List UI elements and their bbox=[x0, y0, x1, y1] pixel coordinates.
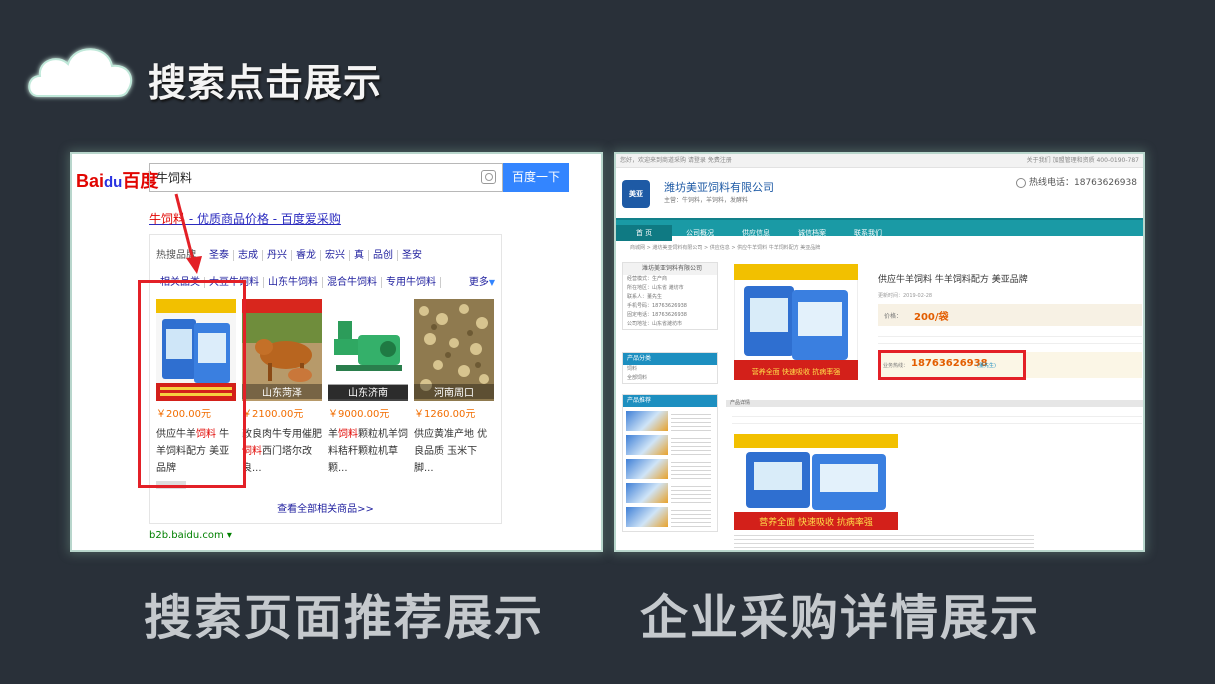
brand-tag[interactable]: 真 bbox=[350, 250, 369, 261]
thumbnail-location: 河南周口 bbox=[414, 384, 494, 399]
product-item[interactable]: 山东济南 ￥9000.00元 羊饲料颗粒机羊饲料秸秆颗粒机草颗... bbox=[328, 299, 408, 474]
brand-tag[interactable]: 丹兴 bbox=[263, 250, 292, 261]
related-tag[interactable]: 混合牛饲料 bbox=[323, 277, 382, 288]
description-text bbox=[734, 532, 1034, 550]
nav-contact[interactable]: 联系我们 bbox=[840, 225, 896, 241]
contact-person: (董先生) bbox=[977, 363, 996, 369]
product-thumbnail[interactable]: 山东济南 bbox=[328, 299, 408, 401]
company-nav: 首 页公司概况 供应信息 诚信档案 联系我们 bbox=[616, 218, 1143, 241]
side-company-name: 潍坊美亚饲料有限公司 bbox=[623, 263, 717, 275]
cloud-icon bbox=[28, 48, 133, 97]
product-name[interactable]: 羊饲料颗粒机羊饲料秸秆颗粒机草颗... bbox=[328, 426, 410, 477]
product-thumbnail[interactable]: 山东菏泽 bbox=[242, 299, 322, 401]
search-query: 牛饲料 bbox=[156, 171, 193, 185]
recommended-products-card: 产品推荐 bbox=[622, 394, 718, 532]
nav-credit[interactable]: 诚信档案 bbox=[784, 225, 840, 241]
product-price: ￥1260.00元 bbox=[414, 409, 476, 420]
site-url[interactable]: b2b.baidu.com ▾ bbox=[149, 530, 232, 541]
product-price: ￥9000.00元 bbox=[328, 409, 390, 420]
product-description-image: 营养全面 快速吸收 抗病率强 bbox=[734, 434, 898, 530]
site-topbar: 您好，欢迎来到商道采购 请登录 免费注册 关于我们 加盟管理和资质 400-01… bbox=[616, 154, 1143, 168]
recommended-item[interactable] bbox=[626, 435, 714, 455]
brand-tag[interactable]: 志成 bbox=[234, 250, 263, 261]
nav-home[interactable]: 首 页 bbox=[616, 225, 672, 241]
related-tag[interactable]: 山东牛饲料 bbox=[264, 277, 323, 288]
company-info-card: 潍坊美亚饲料有限公司 经营模式：生产商 所在地区：山东省 潍坊市 联系人：董先生… bbox=[622, 262, 718, 330]
brand-tag[interactable]: 圣安 bbox=[398, 250, 426, 261]
recommended-item[interactable] bbox=[626, 507, 714, 527]
brand-tag[interactable]: 品创 bbox=[369, 250, 398, 261]
recommended-item[interactable] bbox=[626, 483, 714, 503]
brand-tag[interactable]: 宏兴 bbox=[321, 250, 350, 261]
price-bar: 价格： 200/袋 bbox=[878, 304, 1142, 326]
breadcrumb: 商城网 > 潍坊美亚饲料有限公司 > 供应信息 > 供应牛羊饲料 牛羊饲料配方 … bbox=[630, 245, 821, 251]
slide-title: 搜索点击展示 bbox=[148, 61, 383, 105]
related-tag[interactable]: 专用牛饲料 bbox=[382, 277, 441, 288]
company-detail-panel: 您好，欢迎来到商道采购 请登录 免费注册 关于我们 加盟管理和资质 400-01… bbox=[614, 152, 1145, 552]
chevron-down-icon: ▼ bbox=[488, 278, 495, 287]
release-date: 更新时间：2019-02-28 bbox=[878, 293, 933, 299]
phone-icon bbox=[1016, 177, 1026, 188]
product-price: ￥2100.00元 bbox=[242, 409, 304, 420]
spec-table bbox=[878, 330, 1142, 344]
company-logo[interactable]: 美亚 bbox=[622, 180, 650, 208]
company-main-business: 主营：牛饲料，羊饲料，发酵料 bbox=[664, 197, 749, 204]
baidu-search-panel: Baidu百度 牛饲料 百度一下 牛饲料 - 优质商品价格 - 百度爱采购 热搜… bbox=[70, 152, 603, 552]
product-item[interactable]: 河南周口 ￥1260.00元 供应黄准产地 优良品质 玉米下脚... bbox=[414, 299, 494, 474]
view-all-link[interactable]: 查看全部相关商品>> bbox=[150, 500, 501, 515]
product-main-image[interactable]: 营养全面 快速吸收 抗病率强 bbox=[734, 264, 858, 380]
poster-headline: 营养全面 快速吸收 抗病率强 bbox=[752, 367, 840, 376]
baidu-logo[interactable]: Baidu百度 bbox=[76, 167, 158, 193]
svg-text:营养全面 快速吸收 抗病率强: 营养全面 快速吸收 抗病率强 bbox=[759, 516, 873, 528]
product-title: 供应牛羊饲料 牛羊饲料配方 美亚品牌 bbox=[878, 275, 1028, 285]
description-attributes bbox=[732, 410, 1142, 428]
highlight-arrow-icon bbox=[174, 193, 202, 274]
search-input[interactable]: 牛饲料 bbox=[149, 163, 503, 192]
more-link[interactable]: 更多▼ bbox=[469, 273, 495, 288]
contact-highlight-box: 业务热线： 18763626938 (董先生) bbox=[878, 350, 1026, 380]
search-button[interactable]: 百度一下 bbox=[503, 163, 569, 192]
product-price: 200/袋 bbox=[914, 312, 949, 323]
nav-supply[interactable]: 供应信息 bbox=[728, 225, 784, 241]
category-item[interactable]: 全部饲料 bbox=[623, 374, 717, 383]
nav-about[interactable]: 公司概况 bbox=[672, 225, 728, 241]
caption-company-detail: 企业采购详情展示 bbox=[640, 590, 1041, 646]
caption-search-page: 搜索页面推荐展示 bbox=[144, 590, 545, 646]
thumbnail-location: 山东菏泽 bbox=[242, 384, 322, 399]
recommended-item[interactable] bbox=[626, 459, 714, 479]
product-item[interactable]: 山东菏泽 ￥2100.00元 改良肉牛专用催肥饲料西门塔尔改良... bbox=[242, 299, 322, 474]
product-name[interactable]: 供应黄准产地 优良品质 玉米下脚... bbox=[414, 426, 496, 477]
camera-icon[interactable] bbox=[481, 170, 496, 184]
hotline: 热线电话：18763626938 bbox=[1016, 175, 1137, 188]
highlight-box bbox=[138, 280, 246, 488]
category-item[interactable]: 饲料 bbox=[623, 365, 717, 374]
slide-header: 搜索点击展示 bbox=[24, 38, 444, 108]
product-category-card: 产品分类 饲料 全部饲料 bbox=[622, 352, 718, 384]
description-header: 产品详情 bbox=[726, 400, 1143, 407]
company-name[interactable]: 潍坊美亚饲料有限公司 bbox=[664, 179, 774, 195]
product-name[interactable]: 改良肉牛专用催肥饲料西门塔尔改良... bbox=[242, 426, 324, 477]
product-thumbnail[interactable]: 河南周口 bbox=[414, 299, 494, 401]
hot-brands-list: 圣泰 志成 丹兴 睿龙 宏兴真品创 圣安 bbox=[205, 246, 426, 261]
brand-tag[interactable]: 睿龙 bbox=[292, 250, 321, 261]
recommended-item[interactable] bbox=[626, 411, 714, 431]
thumbnail-location: 山东济南 bbox=[328, 384, 408, 399]
